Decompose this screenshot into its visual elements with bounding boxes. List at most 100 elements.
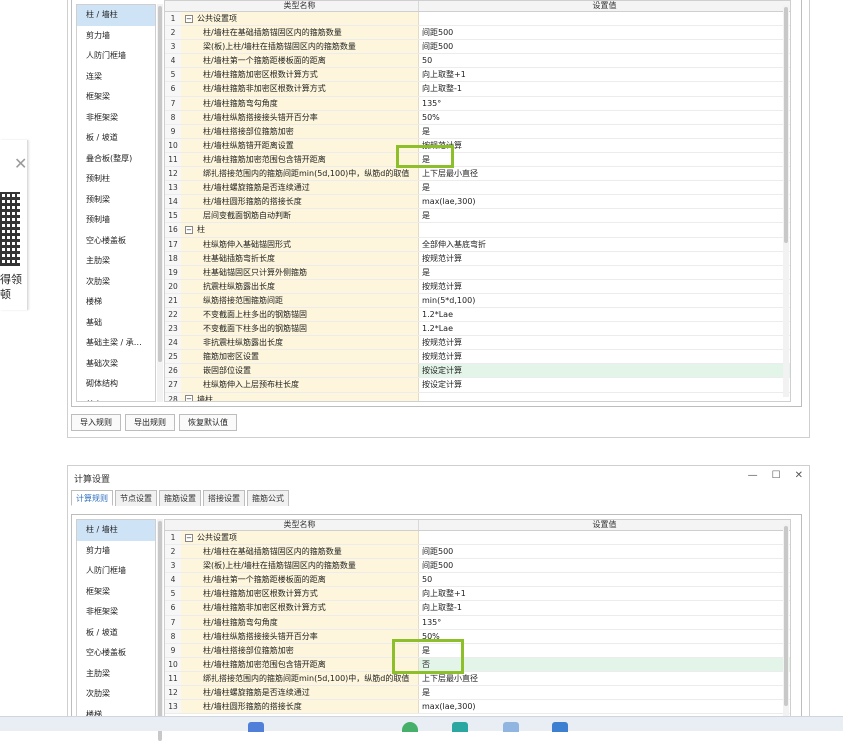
table-row[interactable]: 5 柱/墙柱箍筋加密区根数计算方式 向上取整+1 [165, 68, 790, 83]
setting-value[interactable]: 否 [419, 657, 790, 671]
table-row[interactable]: 6 柱/墙柱箍筋非加密区根数计算方式 向上取整-1 [165, 82, 790, 97]
setting-value[interactable]: 间距500 [419, 559, 790, 572]
component-list-item[interactable]: 柱 / 墙柱 [77, 520, 155, 541]
table-row[interactable]: 12 绑扎搭接范围内的箍筋间距min(5d,100)中，纵筋d的取值 上下层最小直径 [165, 167, 790, 182]
component-list-item[interactable]: 次肋梁 [77, 272, 155, 293]
component-list-item[interactable]: 预制梁 [77, 190, 155, 211]
component-list-item[interactable]: 剪力墙 [77, 541, 155, 562]
component-list-item[interactable]: 其它 [77, 395, 155, 402]
table-row[interactable]: 12 柱/墙柱螺旋箍筋是否连续通过是 [165, 686, 790, 701]
table-row[interactable]: 4 柱/墙柱第一个箍筋距楼板面的距离 50 [165, 573, 790, 588]
setting-value[interactable]: 按规范计算 [419, 336, 790, 349]
export-rules-button[interactable]: 导出规则 [125, 414, 175, 431]
close-icon[interactable]: ✕ [14, 154, 27, 173]
component-list-item[interactable]: 预制墙 [77, 210, 155, 231]
table-row[interactable]: 15 层间变截面钢筋自动判断是 [165, 209, 790, 224]
component-list-item[interactable]: 人防门框墙 [77, 46, 155, 67]
setting-value[interactable]: 按规范计算 [419, 280, 790, 293]
setting-value[interactable]: 是 [419, 153, 790, 166]
component-list-scrollbar[interactable] [157, 519, 163, 741]
table-row[interactable]: 13 柱/墙柱螺旋箍筋是否连续通过是 [165, 181, 790, 196]
setting-value[interactable]: 按规范计算 [419, 139, 790, 152]
table-row[interactable]: 7 柱/墙柱箍筋弯勾角度 135° [165, 615, 790, 630]
component-list-item[interactable]: 板 / 坡道 [77, 128, 155, 149]
setting-value[interactable] [419, 531, 790, 544]
tab-stirrup-settings[interactable]: 箍筋设置 [159, 490, 201, 506]
grid-scrollbar[interactable] [783, 524, 789, 720]
component-list-item[interactable]: 框架梁 [77, 87, 155, 108]
table-row[interactable]: 21 纵筋搭接范围箍筋间距 min(5*d,100) [165, 293, 790, 308]
component-list-item[interactable]: 柱 / 墙柱 [77, 5, 155, 26]
setting-value[interactable]: 1.2*Lae [419, 308, 790, 321]
table-row[interactable]: 26 嵌固部位设置 按设定计算 [165, 364, 790, 379]
table-row[interactable]: 1− 公共设置项 [165, 12, 790, 27]
component-list-item[interactable]: 剪力墙 [77, 26, 155, 47]
setting-value[interactable] [419, 12, 790, 25]
component-list-item[interactable]: 框架梁 [77, 582, 155, 603]
table-row[interactable]: 27 柱纵筋伸入上层预布柱长度 按设定计算 [165, 378, 790, 393]
setting-value[interactable]: 向上取整-1 [419, 601, 790, 614]
component-list-item[interactable]: 预制柱 [77, 169, 155, 190]
setting-value[interactable]: 是 [419, 125, 790, 138]
table-row[interactable]: 2 柱/墙柱在基础插筋锚固区内的箍筋数量 间距500 [165, 545, 790, 560]
setting-value[interactable]: 是 [419, 181, 790, 194]
table-row[interactable]: 8 柱/墙柱纵筋搭接接头错开百分率 50% [165, 110, 790, 125]
component-list-item[interactable]: 楼梯 [77, 292, 155, 313]
tab-calc-rules[interactable]: 计算规则 [71, 490, 113, 506]
table-row[interactable]: 9 柱/墙柱搭接部位箍筋加密是 [165, 643, 790, 658]
setting-value[interactable]: 50% [419, 630, 790, 643]
table-row[interactable]: 18 柱基础插筋弯折长度 按规范计算 [165, 251, 790, 266]
table-row[interactable]: 23 不变截面下柱多出的钢筋锚固 1.2*Lae [165, 322, 790, 337]
table-row[interactable]: 1− 公共设置项 [165, 531, 790, 546]
setting-value[interactable]: 间距500 [419, 40, 790, 53]
setting-value[interactable]: 向上取整+1 [419, 587, 790, 600]
table-row[interactable]: 5 柱/墙柱箍筋加密区根数计算方式 向上取整+1 [165, 587, 790, 602]
component-list-scrollbar[interactable] [157, 4, 163, 402]
component-list-item[interactable]: 基础次梁 [77, 354, 155, 375]
setting-value[interactable]: 向上取整-1 [419, 82, 790, 95]
table-row[interactable]: 10 柱/墙柱纵筋错开距离设置 按规范计算 [165, 138, 790, 153]
table-row[interactable]: 19 柱基础锚固区只计算外侧箍筋是 [165, 265, 790, 280]
setting-value[interactable]: 是 [419, 266, 790, 279]
table-row[interactable]: 17 柱纵筋伸入基础锚固形式 全部伸入基底弯折 [165, 237, 790, 252]
component-list-item[interactable]: 板 / 坡道 [77, 623, 155, 644]
setting-value[interactable]: 间距500 [419, 545, 790, 558]
setting-value[interactable]: 50% [419, 111, 790, 124]
setting-value[interactable]: max(lae,300) [419, 195, 790, 208]
maximize-icon[interactable]: ☐ [772, 470, 781, 481]
table-row[interactable]: 13 柱/墙柱圆形箍筋的搭接长度 max(lae,300) [165, 700, 790, 715]
component-list-item[interactable]: 砌体结构 [77, 374, 155, 395]
table-row[interactable]: 20 抗震柱纵筋露出长度 按规范计算 [165, 279, 790, 294]
minimize-icon[interactable]: — [748, 470, 758, 481]
setting-value[interactable]: 按规范计算 [419, 350, 790, 363]
setting-value[interactable]: 1.2*Lae [419, 322, 790, 335]
table-row[interactable]: 3 梁(板)上柱/墙柱在插筋锚固区内的箍筋数量 间距500 [165, 559, 790, 574]
component-list-item[interactable]: 基础 [77, 313, 155, 334]
setting-value[interactable]: 向上取整+1 [419, 68, 790, 81]
component-list-item[interactable]: 次肋梁 [77, 684, 155, 705]
setting-value[interactable] [419, 223, 790, 236]
setting-value[interactable]: 全部伸入基底弯折 [419, 238, 790, 251]
setting-value[interactable]: min(5*d,100) [419, 294, 790, 307]
component-list-item[interactable]: 非框架梁 [77, 108, 155, 129]
component-list-item[interactable]: 非框架梁 [77, 602, 155, 623]
setting-value[interactable]: 135° [419, 97, 790, 110]
component-list-item[interactable]: 主肋梁 [77, 251, 155, 272]
setting-value[interactable]: 是 [419, 644, 790, 657]
component-list-item[interactable]: 空心楼盖板 [77, 643, 155, 664]
tab-stirrup-formula[interactable]: 箍筋公式 [247, 490, 289, 506]
collapse-icon[interactable]: − [185, 533, 193, 542]
restore-defaults-button[interactable]: 恢复默认值 [179, 414, 237, 431]
component-list-item[interactable]: 叠合板(整厚) [77, 149, 155, 170]
table-row[interactable]: 3 梁(板)上柱/墙柱在插筋锚固区内的箍筋数量 间距500 [165, 40, 790, 55]
setting-value[interactable]: 按规范计算 [419, 252, 790, 265]
setting-value[interactable]: 50 [419, 573, 790, 586]
table-row[interactable]: 11 柱/墙柱箍筋加密范围包含错开距离是 [165, 152, 790, 168]
collapse-icon[interactable]: − [185, 225, 193, 234]
table-row[interactable]: 24 非抗震柱纵筋露出长度 按规范计算 [165, 336, 790, 351]
component-list-item[interactable]: 基础主梁 / 承… [77, 333, 155, 354]
table-row[interactable]: 14 柱/墙柱圆形箍筋的搭接长度 max(lae,300) [165, 195, 790, 210]
collapse-icon[interactable]: − [185, 14, 193, 23]
setting-value[interactable]: 按设定计算 [419, 378, 790, 391]
close-icon[interactable]: ✕ [795, 470, 803, 481]
